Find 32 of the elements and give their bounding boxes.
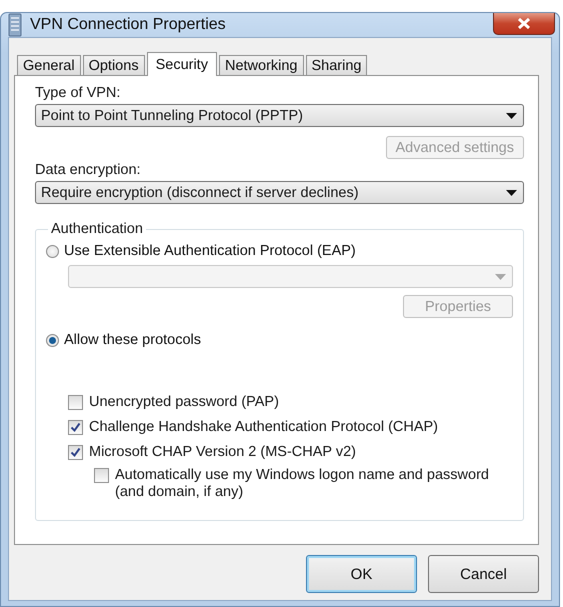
group-title: Authentication — [50, 221, 144, 237]
close-icon — [516, 17, 532, 30]
dropdown-arrow-icon — [506, 190, 517, 196]
dropdown-arrow-icon — [506, 112, 517, 118]
checkbox-label: Unencrypted password (PAP) — [89, 394, 279, 411]
vpn-type-dropdown[interactable]: Point to Point Tunneling Protocol (PPTP) — [35, 104, 524, 127]
checkbox[interactable] — [94, 468, 109, 483]
checkbox[interactable] — [68, 395, 83, 410]
checkbox-label: Microsoft CHAP Version 2 (MS-CHAP v2) — [89, 444, 356, 461]
tab[interactable]: Networking — [218, 55, 304, 75]
close-button[interactable] — [493, 13, 555, 35]
field-label: Data encryption: — [35, 161, 142, 179]
radio-button[interactable] — [46, 334, 59, 346]
radio-button[interactable] — [46, 244, 59, 258]
radio-label: Allow these protocols — [64, 332, 202, 348]
checkbox[interactable] — [68, 445, 83, 460]
encryption-dropdown[interactable]: Require encryption (disconnect if server declines) — [35, 181, 524, 204]
dropdown-arrow-icon — [495, 274, 506, 280]
dialog-button[interactable]: OK — [306, 555, 417, 593]
checkbox[interactable] — [68, 420, 83, 435]
field-label: Type of VPN: — [35, 84, 122, 102]
checkbox-label: Challenge Handshake Authentication Protocol (CHAP) — [89, 419, 438, 436]
check-icon — [70, 447, 81, 458]
tab[interactable]: Security — [146, 52, 217, 76]
dialog-button[interactable]: Cancel — [428, 555, 539, 593]
check-icon — [70, 422, 81, 433]
tab[interactable]: Sharing — [306, 55, 368, 75]
radio-label: Use Extensible Authentication Protocol (EAP) — [64, 243, 356, 259]
window-title: VPN Connection Properties — [30, 16, 226, 34]
tab[interactable]: General — [17, 55, 81, 75]
checkbox-label: Automatically use my Windows logon name and password (and domain, if any) — [115, 467, 490, 501]
tab[interactable]: Options — [82, 55, 145, 75]
